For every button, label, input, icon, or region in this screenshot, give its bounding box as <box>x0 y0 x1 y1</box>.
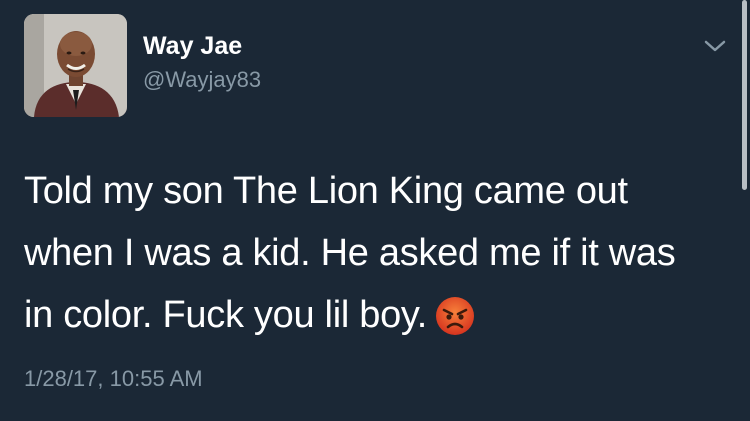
display-name[interactable]: Way Jae <box>143 32 242 61</box>
tweet-text: Told my son The Lion King came out when … <box>24 160 724 346</box>
chevron-down-icon[interactable] <box>703 38 727 54</box>
avatar[interactable] <box>24 14 127 117</box>
tweet-card: Way Jae @Wayjay83 Told my son The Lion K… <box>0 0 750 421</box>
tweet-text-line: when I was a kid. He asked me if it was <box>24 232 676 274</box>
tweet-text-segment: in color. Fuck you lil boy. <box>24 294 428 336</box>
angry-face-emoji-icon <box>435 293 475 335</box>
tweet-timestamp[interactable]: 1/28/17, 10:55 AM <box>24 366 203 392</box>
tweet-text-line: in color. Fuck you lil boy. <box>24 284 724 346</box>
user-handle[interactable]: @Wayjay83 <box>143 67 261 93</box>
scrollbar[interactable] <box>742 0 747 190</box>
tweet-text-line: Told my son The Lion King came out <box>24 170 628 212</box>
